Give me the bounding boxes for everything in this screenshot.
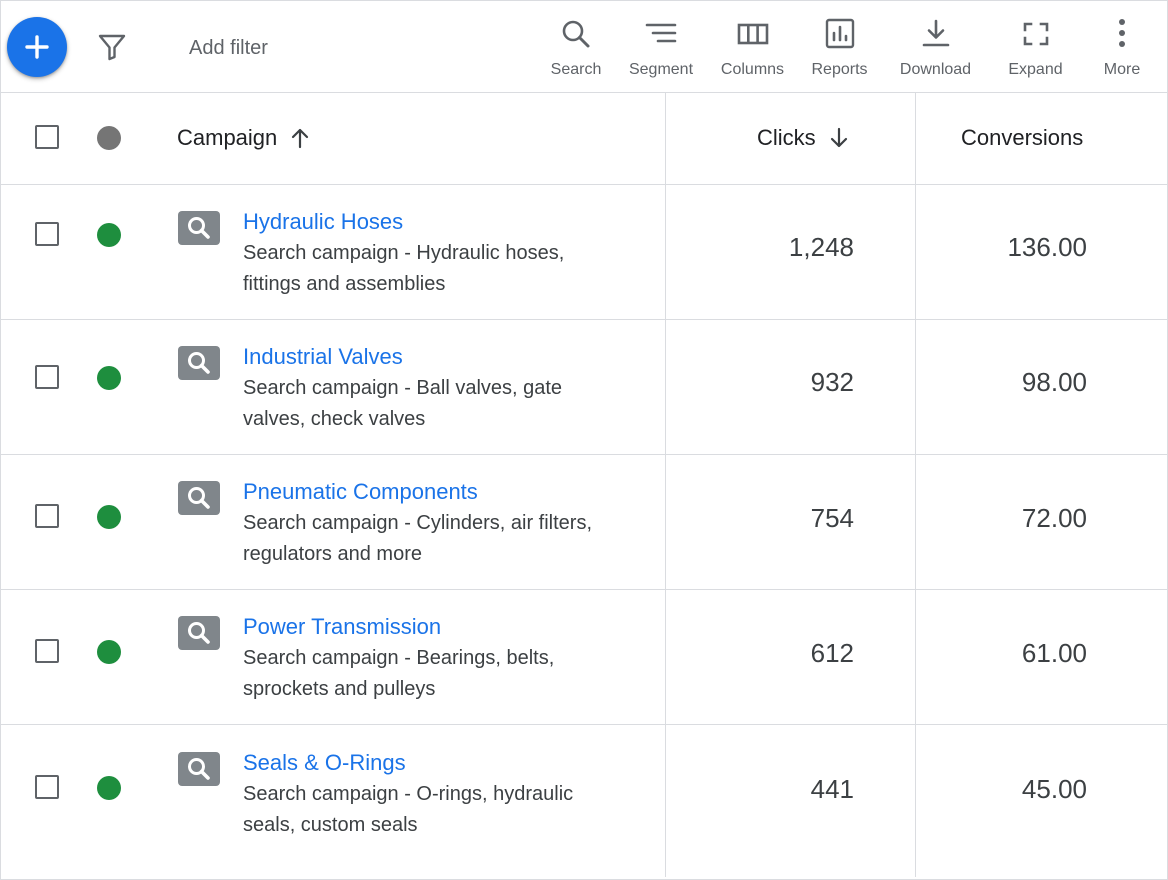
column-divider: [665, 320, 666, 454]
column-divider: [915, 320, 916, 454]
row-checkbox[interactable]: [35, 775, 59, 799]
status-enabled-dot: [97, 505, 121, 529]
search-campaign-icon: [178, 481, 220, 515]
row-checkbox[interactable]: [35, 639, 59, 663]
campaigns-table-view: Add filter Search Segment Columns Report…: [0, 0, 1168, 880]
column-divider: [665, 93, 666, 184]
search-label: Search: [550, 61, 602, 78]
campaign-name-link[interactable]: Pneumatic Components: [243, 478, 478, 506]
status-enabled-dot: [97, 223, 121, 247]
segment-icon: [645, 23, 677, 43]
conversions-value: 136.00: [1007, 232, 1087, 262]
expand-button[interactable]: Expand: [1008, 17, 1063, 87]
search-icon: [562, 20, 590, 48]
download-button[interactable]: Download: [899, 17, 972, 87]
reports-icon: [825, 18, 854, 49]
column-divider: [915, 185, 916, 319]
conversions-value: 45.00: [1021, 774, 1087, 804]
campaign-name-link[interactable]: Power Transmission: [243, 613, 441, 641]
create-button[interactable]: [7, 17, 67, 77]
campaign-column-header[interactable]: Campaign: [177, 93, 311, 183]
table-toolbar: Add filter Search Segment Columns Report…: [1, 1, 1167, 93]
plus-icon: [25, 35, 49, 59]
table-row: Hydraulic Hoses Search campaign - Hydrau…: [1, 185, 1167, 320]
campaign-name-link[interactable]: Hydraulic Hoses: [243, 208, 403, 236]
row-checkbox[interactable]: [35, 365, 59, 389]
select-all-checkbox[interactable]: [35, 125, 59, 149]
search-campaign-icon: [178, 346, 220, 380]
row-checkbox[interactable]: [35, 504, 59, 528]
column-divider: [915, 93, 916, 184]
expand-icon: [1023, 22, 1048, 46]
table-row: Pneumatic Components Search campaign - C…: [1, 455, 1167, 590]
search-campaign-icon: [178, 752, 220, 786]
clicks-value: 754: [810, 503, 854, 533]
status-enabled-dot: [97, 776, 121, 800]
campaign-header-label: Campaign: [177, 125, 278, 150]
column-divider: [915, 725, 916, 877]
clicks-value: 441: [810, 774, 854, 804]
conversions-value: 72.00: [1021, 503, 1087, 533]
column-divider: [915, 590, 916, 724]
campaign-description: Search campaign - Hydraulic hoses, fitti…: [243, 242, 565, 295]
search-campaign-icon: [178, 211, 220, 245]
more-button[interactable]: More: [1102, 17, 1142, 87]
more-vert-icon: [1119, 19, 1125, 47]
segment-label: Segment: [628, 61, 694, 78]
column-divider: [665, 590, 666, 724]
table-row: Seals & O-Rings Search campaign - O-ring…: [1, 725, 1167, 877]
conversions-value: 61.00: [1021, 638, 1087, 668]
clicks-value: 1,248: [788, 232, 854, 262]
arrow-up-icon: [289, 127, 311, 149]
conversions-value: 98.00: [1021, 367, 1087, 397]
status-enabled-dot: [97, 366, 121, 390]
status-enabled-dot: [97, 640, 121, 664]
columns-button[interactable]: Columns: [720, 17, 785, 87]
campaigns-table: Campaign Clicks Conversions Hydraulic Ho…: [1, 93, 1167, 877]
table-row: Power Transmission Search campaign - Bea…: [1, 590, 1167, 725]
campaign-name-link[interactable]: Industrial Valves: [243, 343, 403, 371]
column-divider: [665, 185, 666, 319]
table-header-row: Campaign Clicks Conversions: [1, 93, 1167, 185]
clicks-value: 612: [810, 638, 854, 668]
more-label: More: [1103, 61, 1141, 78]
arrow-down-icon: [828, 127, 850, 149]
campaign-description: Search campaign - Bearings, belts, sproc…: [243, 647, 555, 700]
conversions-column-header[interactable]: Conversions: [961, 93, 1083, 183]
columns-icon: [737, 23, 768, 45]
campaign-description: Search campaign - Ball valves, gate valv…: [243, 377, 563, 430]
add-filter-input[interactable]: Add filter: [189, 35, 268, 61]
search-button[interactable]: Search: [551, 17, 601, 87]
column-divider: [665, 725, 666, 877]
campaign-name-link[interactable]: Seals & O-Rings: [243, 749, 406, 777]
status-header-dot: [97, 126, 121, 150]
reports-button[interactable]: Reports: [810, 17, 869, 87]
clicks-value: 932: [810, 367, 854, 397]
download-icon: [922, 19, 949, 47]
search-campaign-icon: [178, 616, 220, 650]
reports-label: Reports: [811, 61, 868, 78]
clicks-column-header[interactable]: Clicks: [757, 93, 850, 183]
row-checkbox[interactable]: [35, 222, 59, 246]
clicks-header-label: Clicks: [757, 125, 816, 150]
filter-icon[interactable]: [96, 31, 128, 63]
download-label: Download: [899, 61, 972, 78]
column-divider: [915, 455, 916, 589]
column-divider: [665, 455, 666, 589]
conversions-header-label: Conversions: [961, 125, 1084, 150]
campaign-description: Search campaign - Cylinders, air filters…: [243, 512, 593, 565]
columns-label: Columns: [720, 61, 785, 78]
segment-button[interactable]: Segment: [628, 17, 694, 87]
table-row: Industrial Valves Search campaign - Ball…: [1, 320, 1167, 455]
expand-label: Expand: [1008, 61, 1063, 78]
campaign-description: Search campaign - O-rings, hydraulic sea…: [243, 783, 574, 836]
